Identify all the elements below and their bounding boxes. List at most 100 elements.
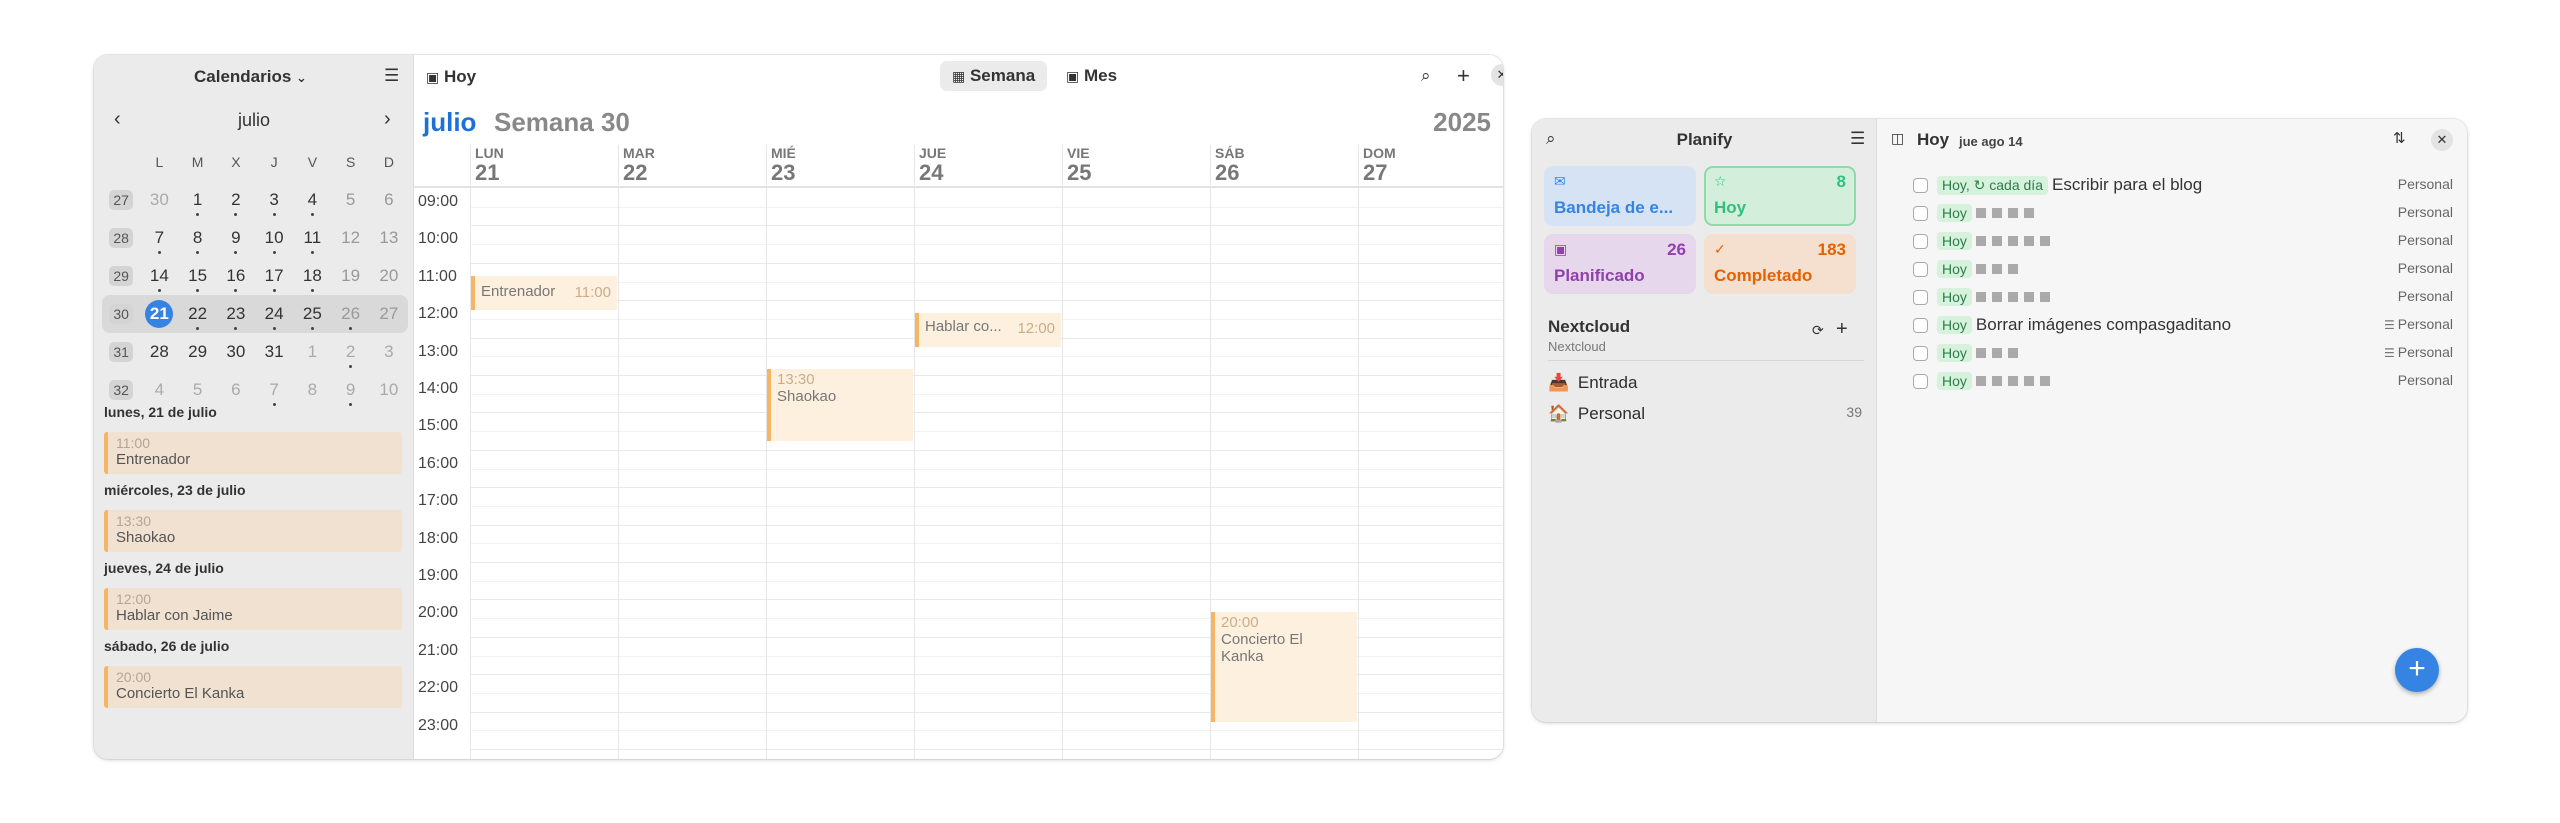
task-row[interactable]: Hoy Personal bbox=[1913, 286, 2453, 310]
project-personal[interactable]: 🏠 Personal 39 bbox=[1548, 404, 1866, 430]
day-header[interactable]: SÁB 26 bbox=[1210, 145, 1358, 185]
mini-day[interactable]: 9 bbox=[217, 228, 255, 254]
tile-scheduled[interactable]: ▣ 26 Planificado bbox=[1544, 234, 1696, 294]
mini-day[interactable]: 14 bbox=[140, 266, 178, 292]
planify-main: ◫ Hoy jue ago 14 ⇅ ✕ Hoy, ↻ cada día Escr… bbox=[1877, 119, 2467, 722]
close-icon[interactable]: ✕ bbox=[1491, 64, 1503, 86]
mini-day[interactable]: 19 bbox=[332, 266, 370, 286]
mini-day[interactable]: 2 bbox=[217, 190, 255, 216]
today-button[interactable]: ▣ Hoy bbox=[426, 67, 476, 87]
agenda-event[interactable]: 20:00 Concierto El Kanka bbox=[104, 666, 402, 708]
event-entrenador[interactable]: Entrenador 11:00 bbox=[471, 276, 617, 310]
mini-day[interactable]: 20 bbox=[370, 266, 408, 286]
mini-day[interactable]: 8 bbox=[179, 228, 217, 254]
task-checkbox[interactable] bbox=[1913, 318, 1928, 333]
agenda-event[interactable]: 13:30 Shaokao bbox=[104, 510, 402, 552]
weekday-label: L bbox=[155, 154, 164, 170]
agenda-event[interactable]: 11:00 Entrenador bbox=[104, 432, 402, 474]
day-header[interactable]: DOM 27 bbox=[1358, 145, 1503, 185]
day-header[interactable]: MIÉ 23 bbox=[766, 145, 914, 185]
mini-day[interactable]: 31 bbox=[255, 342, 293, 362]
hour-line bbox=[470, 300, 1503, 302]
mini-day[interactable]: 25 bbox=[293, 304, 331, 330]
event-time: 12:00 bbox=[1017, 320, 1055, 337]
day-header[interactable]: VIE 25 bbox=[1062, 145, 1210, 185]
task-row[interactable]: Hoy ☰ Personal bbox=[1913, 342, 2453, 366]
task-checkbox[interactable] bbox=[1913, 290, 1928, 305]
mini-day[interactable]: 13 bbox=[370, 228, 408, 248]
mini-day[interactable]: 1 bbox=[293, 342, 331, 362]
search-icon[interactable]: ⌕ bbox=[1421, 67, 1431, 84]
tile-today[interactable]: ☆ 8 Hoy bbox=[1704, 166, 1856, 226]
mini-day[interactable]: 24 bbox=[255, 304, 293, 330]
task-row[interactable]: Hoy Personal bbox=[1913, 202, 2453, 226]
half-hour-line bbox=[470, 543, 1503, 545]
agenda-event-time: 20:00 bbox=[116, 669, 152, 685]
calendars-label: Calendarios bbox=[194, 67, 292, 86]
task-checkbox[interactable] bbox=[1913, 178, 1928, 193]
project-entrada[interactable]: 📥 Entrada bbox=[1548, 373, 1866, 399]
month-view-button[interactable]: ▣ Mes bbox=[1054, 61, 1129, 91]
mini-day[interactable]: 29 bbox=[179, 342, 217, 362]
week-view-button[interactable]: ▦ Semana bbox=[940, 61, 1048, 91]
mini-day[interactable]: 30 bbox=[217, 342, 255, 362]
add-task-button[interactable]: + bbox=[2395, 648, 2439, 692]
mini-day[interactable]: 5 bbox=[332, 190, 370, 210]
hamburger-menu-icon[interactable]: ☰ bbox=[1850, 130, 1865, 147]
close-icon[interactable]: ✕ bbox=[2431, 129, 2453, 151]
mini-day[interactable]: 3 bbox=[255, 190, 293, 216]
task-row[interactable]: Hoy Personal bbox=[1913, 370, 2453, 394]
next-month-icon[interactable]: › bbox=[384, 109, 391, 129]
mini-day[interactable]: 28 bbox=[140, 342, 178, 362]
sync-icon[interactable]: ⟳ bbox=[1812, 323, 1824, 337]
task-row[interactable]: Hoy, ↻ cada día Escribir para el blog Per… bbox=[1913, 174, 2453, 198]
mini-day[interactable]: 23 bbox=[217, 304, 255, 330]
calendars-dropdown[interactable]: Calendarios ⌄ bbox=[194, 67, 307, 87]
mini-day[interactable]: 18 bbox=[293, 266, 331, 292]
mini-day[interactable]: 30 bbox=[140, 190, 178, 210]
mini-day[interactable]: 22 bbox=[179, 304, 217, 330]
add-project-icon[interactable]: + bbox=[1836, 319, 1848, 339]
task-row[interactable]: Hoy Personal bbox=[1913, 230, 2453, 254]
tile-completed[interactable]: ✓ 183 Completado bbox=[1704, 234, 1856, 294]
mini-day[interactable]: 17 bbox=[255, 266, 293, 292]
sort-icon[interactable]: ⇅ bbox=[2393, 131, 2406, 146]
hamburger-menu-icon[interactable]: ☰ bbox=[384, 67, 399, 84]
event-hablar[interactable]: Hablar co... 12:00 bbox=[915, 313, 1061, 347]
redacted-text bbox=[2039, 236, 2050, 246]
event-concierto[interactable]: 20:00 Concierto El Kanka bbox=[1211, 612, 1357, 722]
mini-day[interactable]: 3 bbox=[370, 342, 408, 362]
redacted-text bbox=[1975, 208, 1986, 218]
task-row[interactable]: Hoy Personal bbox=[1913, 258, 2453, 282]
mini-day[interactable]: 6 bbox=[370, 190, 408, 210]
mini-day[interactable]: 15 bbox=[179, 266, 217, 292]
task-row[interactable]: Hoy Borrar imágenes compasgaditano ☰ Perso… bbox=[1913, 314, 2453, 338]
mini-day[interactable]: 11 bbox=[293, 228, 331, 254]
task-checkbox[interactable] bbox=[1913, 206, 1928, 221]
task-checkbox[interactable] bbox=[1913, 262, 1928, 277]
mini-day[interactable]: 2 bbox=[332, 342, 370, 368]
mini-day[interactable]: 27 bbox=[370, 304, 408, 324]
agenda-event[interactable]: 12:00 Hablar con Jaime bbox=[104, 588, 402, 630]
mini-day[interactable]: 12 bbox=[332, 228, 370, 248]
task-checkbox[interactable] bbox=[1913, 234, 1928, 249]
mini-day-today[interactable]: 21 bbox=[145, 300, 174, 328]
add-icon[interactable]: + bbox=[1457, 65, 1470, 87]
mini-day[interactable]: 26 bbox=[332, 304, 370, 330]
day-number: 27 bbox=[1363, 160, 1388, 185]
mini-day[interactable]: 1 bbox=[179, 190, 217, 216]
task-checkbox[interactable] bbox=[1913, 374, 1928, 389]
mini-day[interactable]: 10 bbox=[255, 228, 293, 254]
sidebar-toggle-icon[interactable]: ◫ bbox=[1891, 131, 1904, 145]
weekday-label: D bbox=[383, 154, 394, 170]
mini-day[interactable]: 4 bbox=[293, 190, 331, 216]
day-header[interactable]: JUE 24 bbox=[914, 145, 1062, 185]
event-shaokao[interactable]: 13:30 Shaokao bbox=[767, 369, 913, 441]
week-number: 28 bbox=[109, 228, 133, 248]
mini-day[interactable]: 16 bbox=[217, 266, 255, 292]
tile-inbox[interactable]: ✉ Bandeja de e... bbox=[1544, 166, 1696, 226]
mini-day[interactable]: 7 bbox=[140, 228, 178, 254]
day-header[interactable]: LUN 21 bbox=[470, 145, 618, 185]
day-header[interactable]: MAR 22 bbox=[618, 145, 766, 185]
task-checkbox[interactable] bbox=[1913, 346, 1928, 361]
